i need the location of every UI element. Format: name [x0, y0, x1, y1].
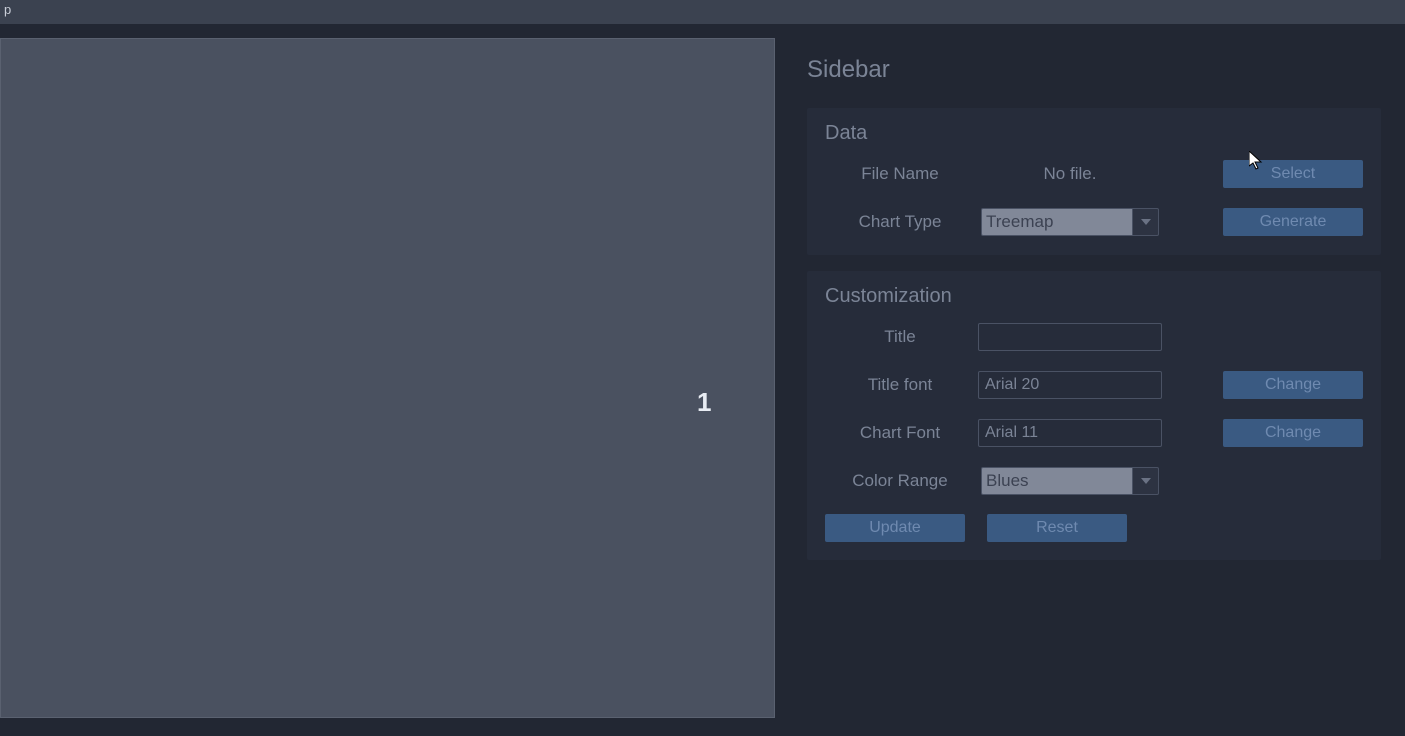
chart-type-value[interactable]: Treemap	[981, 208, 1133, 236]
customization-panel: Customization Title Title font Change Ch…	[807, 271, 1381, 560]
chart-type-row: Chart Type Treemap Generate	[825, 207, 1363, 237]
generate-button[interactable]: Generate	[1223, 208, 1363, 236]
update-button[interactable]: Update	[825, 514, 965, 542]
title-label: Title	[825, 327, 975, 347]
menubar[interactable]: p	[0, 0, 1405, 24]
title-input[interactable]	[978, 323, 1162, 351]
change-chart-font-button[interactable]: Change	[1223, 419, 1363, 447]
title-font-label: Title font	[825, 375, 975, 395]
chevron-down-icon[interactable]	[1133, 208, 1159, 236]
title-row: Title	[825, 322, 1363, 352]
chart-font-input[interactable]	[978, 419, 1162, 447]
title-font-input[interactable]	[978, 371, 1162, 399]
chevron-down-icon[interactable]	[1133, 467, 1159, 495]
file-name-row: File Name No file. Select	[825, 159, 1363, 189]
color-range-row: Color Range Blues	[825, 466, 1363, 496]
color-range-label: Color Range	[825, 471, 975, 491]
color-range-select[interactable]: Blues	[981, 467, 1159, 495]
color-range-value[interactable]: Blues	[981, 467, 1133, 495]
change-title-font-button[interactable]: Change	[1223, 371, 1363, 399]
sidebar: Sidebar Data File Name No file. Select C…	[775, 32, 1405, 728]
chart-type-label: Chart Type	[825, 212, 975, 232]
file-name-label: File Name	[825, 164, 975, 184]
customization-heading: Customization	[825, 285, 1363, 308]
chart-font-label: Chart Font	[825, 423, 975, 443]
workarea: 1 Sidebar Data File Name No file. Select…	[0, 24, 1405, 736]
menu-item[interactable]: p	[0, 0, 15, 19]
file-name-value: No file.	[1044, 164, 1097, 184]
data-panel: Data File Name No file. Select Chart Typ…	[807, 108, 1381, 255]
canvas-placeholder: 1	[697, 387, 711, 418]
chart-font-row: Chart Font Change	[825, 418, 1363, 448]
chart-type-select[interactable]: Treemap	[981, 208, 1159, 236]
title-font-row: Title font Change	[825, 370, 1363, 400]
sidebar-title: Sidebar	[807, 56, 1381, 84]
data-heading: Data	[825, 122, 1363, 145]
select-button[interactable]: Select	[1223, 160, 1363, 188]
chart-canvas: 1	[0, 38, 775, 718]
reset-button[interactable]: Reset	[987, 514, 1127, 542]
